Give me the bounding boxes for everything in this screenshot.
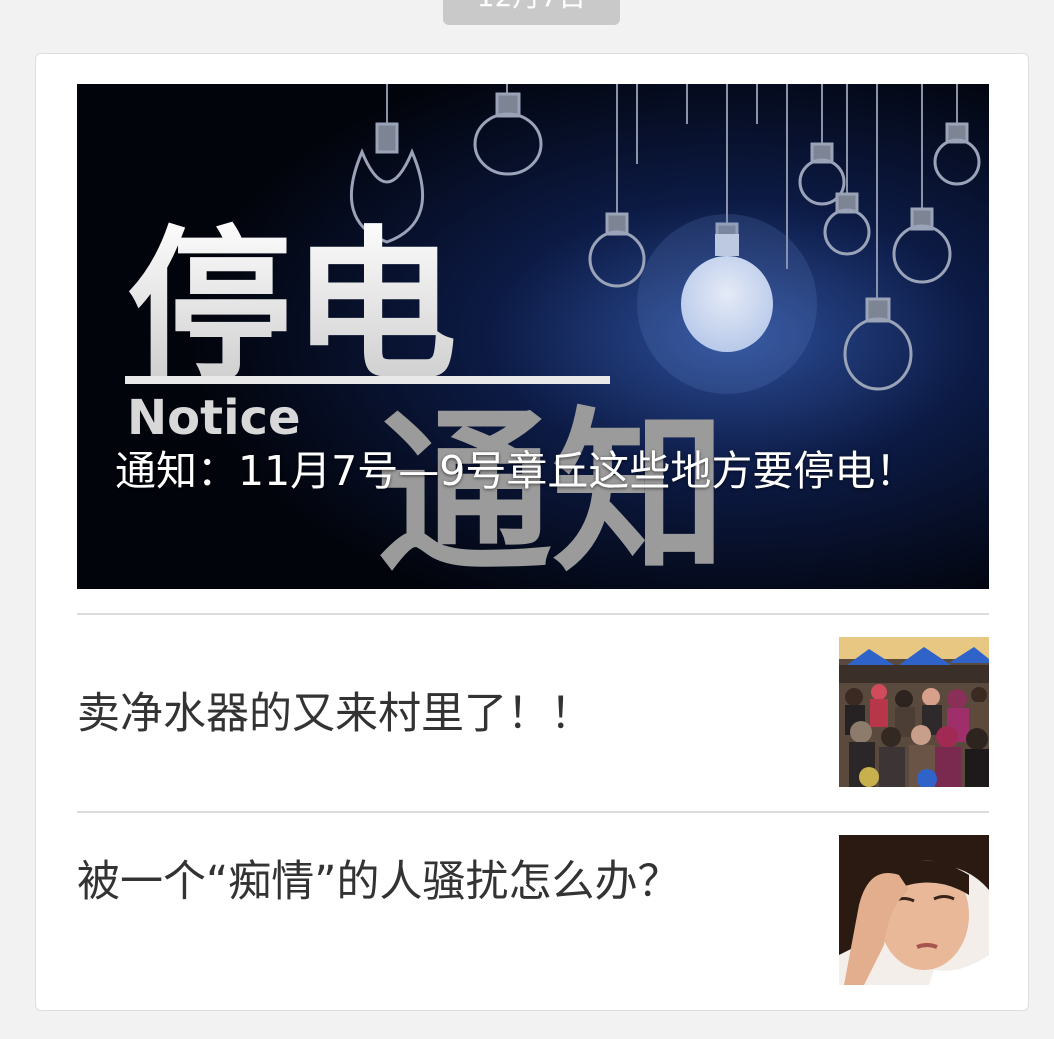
cover-title: 通知：11月7号—9号章丘这些地方要停电！: [115, 447, 917, 495]
article-card: 停电 Notice 通知 通知：11月7号—9号章丘这些地方要停电！ 卖净水器的…: [35, 53, 1029, 1011]
cover-main-text: 停电: [127, 211, 457, 403]
time-label: 12月7日: [443, 0, 620, 12]
list-item-title-1[interactable]: 卖净水器的又来村里了！！: [77, 684, 717, 744]
crowd-photo: [839, 637, 989, 787]
cover-article[interactable]: 停电 Notice 通知 通知：11月7号—9号章丘这些地方要停电！: [77, 84, 989, 589]
cover-notice-word: Notice: [127, 390, 301, 446]
cover-image: 停电 Notice 通知: [77, 84, 989, 589]
time-chip: 12月7日: [443, 0, 620, 25]
list-item-thumbnail-2[interactable]: [839, 835, 989, 985]
list-item-thumbnail-1[interactable]: [839, 637, 989, 787]
divider: [77, 613, 989, 615]
woman-photo: [839, 835, 989, 985]
divider: [77, 811, 989, 813]
list-item-title-2[interactable]: 被一个“痴情”的人骚扰怎么办？: [77, 852, 717, 912]
